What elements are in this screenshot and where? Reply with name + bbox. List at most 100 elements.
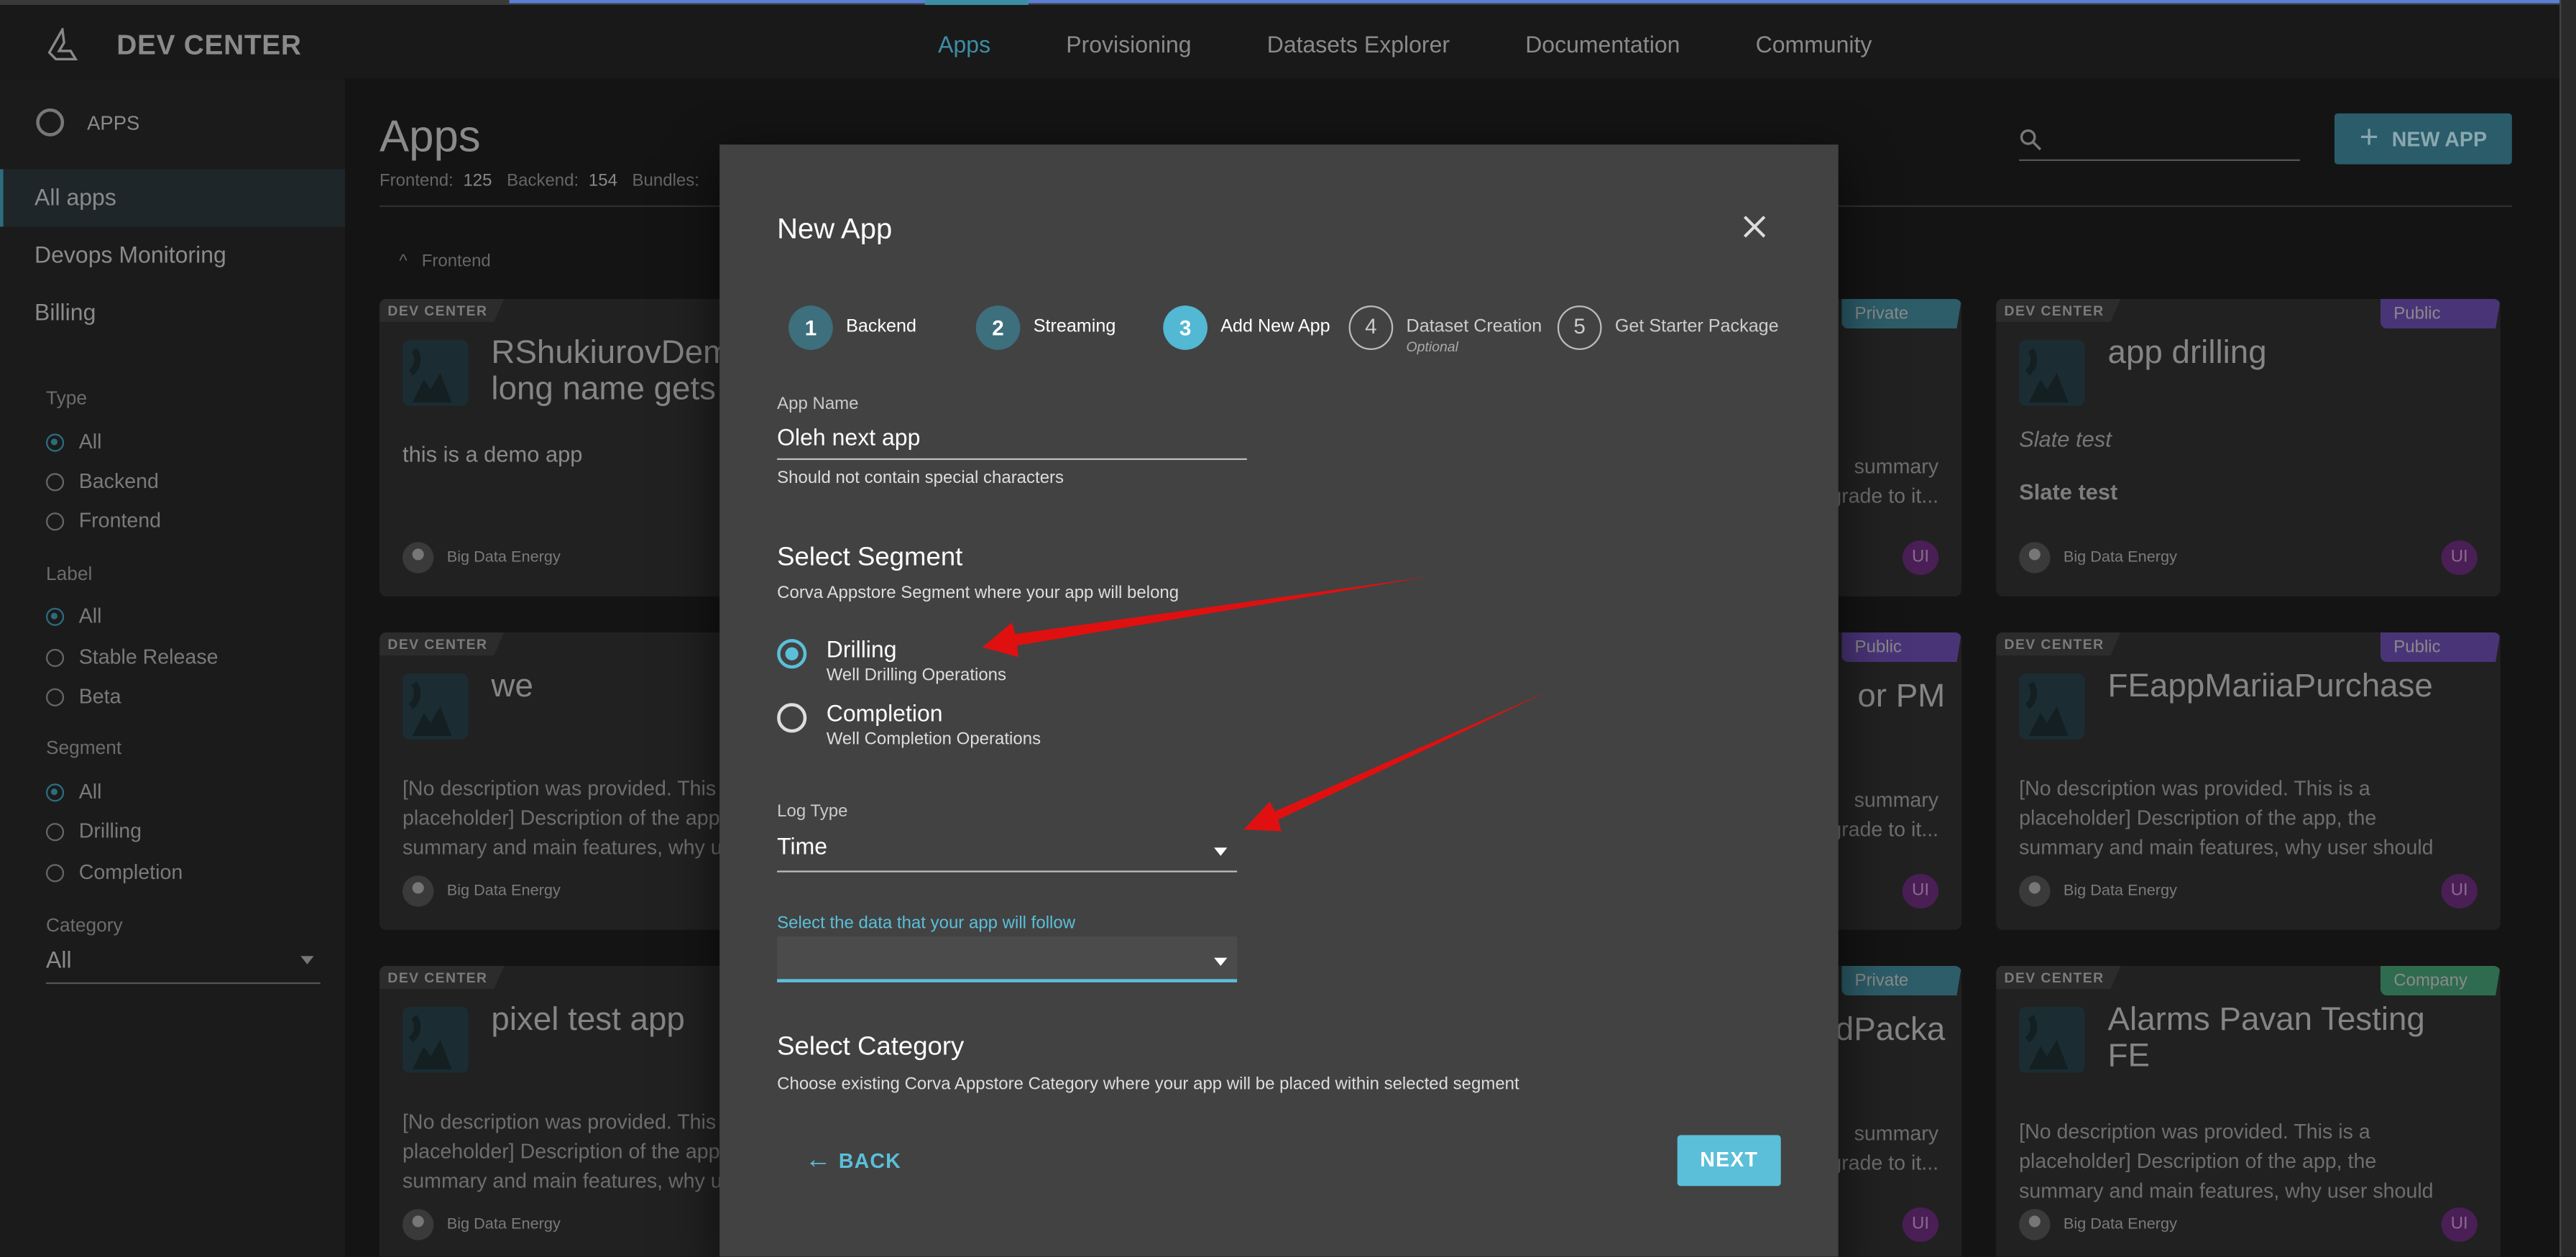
search-icon [2020,129,2042,151]
nav-provisioning[interactable]: Provisioning [1029,5,1229,84]
new-app-button[interactable]: + NEW APP [2334,113,2512,165]
top-bar: DEV CENTER Apps Provisioning Datasets Ex… [0,0,2560,79]
arrow-left-icon: ← [804,1146,832,1175]
type-all-radio[interactable]: All [45,430,101,453]
app-title[interactable]: Alarms Pavan Testing FE [2108,1002,2486,1074]
ui-badge: UI [1902,873,1939,908]
chevron-down-icon [1214,847,1228,862]
app-title[interactable]: or PM [1857,678,1945,717]
type-backend-radio[interactable]: Backend [45,470,159,493]
app-image-icon [402,1007,469,1073]
app-description: summary [1854,455,1939,479]
sidebar-item-billing[interactable]: Billing [0,284,345,341]
radio-selected-icon [777,639,807,669]
owner: Big Data Energy [402,875,561,907]
step-add-new-app: 3 Add New App [1163,305,1330,350]
step-backend: 1 Backend [788,305,916,350]
avatar-icon [2019,1209,2051,1240]
log-type-label: Log Type [777,801,848,821]
nav-datasets-explorer[interactable]: Datasets Explorer [1229,5,1487,84]
segment-drilling-radio[interactable]: Drilling [45,820,142,843]
select-segment-help: Corva Appstore Segment where your app wi… [777,583,1179,603]
radio-unselected-icon [777,703,807,733]
app-stats: Frontend: 125 Backend: 154 Bundles: [379,170,699,191]
new-app-dialog: New App 1 Backend 2 Streaming 3 Add New App… [719,144,1839,1257]
ui-badge: UI [2441,873,2478,908]
close-icon[interactable] [1742,213,1768,240]
section-frontend-toggle[interactable]: ^ Frontend [399,252,490,271]
label-stable-radio[interactable]: Stable Release [45,645,218,668]
owner: Big Data Energy [2019,542,2177,574]
visibility-badge: Company [2380,965,2501,996]
chevron-down-icon [1214,957,1228,973]
app-image-icon [2019,673,2085,740]
ui-badge: UI [2441,540,2478,575]
sidebar-item-devops-monitoring[interactable]: Devops Monitoring [0,226,345,284]
nav-apps[interactable]: Apps [901,0,1029,84]
search-input[interactable] [2019,121,2300,161]
app-card[interactable]: DEV CENTER Public app drilling Slate test Sl… [1996,298,2501,597]
owner: Big Data Energy [2019,1209,2177,1240]
step-streaming: 2 Streaming [975,305,1116,350]
app-name-underline [777,458,1247,460]
sidebar-item-all-apps[interactable]: All apps [0,169,345,227]
app-title[interactable]: app drilling [2108,335,2486,371]
dev-center-tag: DEV CENTER [379,298,505,322]
label-beta-radio[interactable]: Beta [45,685,121,708]
app-description: [No description was provided. This is a … [2019,1120,2434,1203]
data-follow-label: Select the data that your app will follo… [777,913,1076,934]
dev-center-tag: DEV CENTER [1996,632,2121,655]
main-nav: Apps Provisioning Datasets Explorer Docu… [901,0,1910,84]
app-summary: Slate test [2019,479,2118,505]
ui-badge: UI [1902,540,1939,575]
type-frontend-radio[interactable]: Frontend [45,510,161,533]
app-card[interactable]: DEV CENTER Public FEappMariiaPurchase [No d… [1996,632,2501,930]
sidebar-section-label: APPS [87,111,140,134]
visibility-badge: Public [1841,632,1962,663]
avatar-icon [2019,875,2051,907]
step-get-starter-package: 5 Get Starter Package [1557,305,1779,350]
app-name-input[interactable]: Oleh next app [777,424,1245,460]
app-title[interactable]: dPacka [1836,1012,1945,1050]
plus-icon: + [2359,119,2379,157]
dev-center-tag: DEV CENTER [379,965,505,989]
segment-drilling-option[interactable]: Drilling Well Drilling Operations [777,636,1006,685]
next-button[interactable]: NEXT [1677,1135,1781,1187]
select-segment-title: Select Segment [777,543,963,572]
segment-completion-option[interactable]: Completion Well Completion Operations [777,700,1041,749]
app-description: summary [1854,788,1939,812]
ui-badge: UI [2441,1207,2478,1242]
data-follow-select[interactable] [777,936,1238,982]
category-filter-label: Category [45,916,123,936]
dev-center-tag: DEV CENTER [379,632,505,655]
nav-documentation[interactable]: Documentation [1488,5,1718,84]
dev-center-tag: DEV CENTER [1996,298,2121,322]
log-type-select[interactable]: Time [777,827,1238,872]
label-all-radio[interactable]: All [45,604,101,627]
owner: Big Data Energy [402,542,561,574]
app-description: grade to it... [1830,818,1939,842]
app-description: grade to it... [1830,1151,1939,1175]
app-description: grade to it... [1830,484,1939,508]
owner: Big Data Energy [2019,875,2177,907]
app-title[interactable]: FEappMariiaPurchase [2108,668,2486,704]
avatar-icon [402,542,434,574]
avatar-icon [402,1209,434,1240]
scrollbar[interactable] [2559,0,2576,1257]
sidebar-section: APPS [36,108,140,137]
segment-filter-label: Segment [45,739,122,759]
avatar-icon [2019,542,2051,574]
step-dataset-creation: 4 Dataset Creation Optional [1348,305,1542,355]
app-image-icon [2019,1007,2085,1073]
nav-community[interactable]: Community [1718,5,1910,84]
category-select[interactable]: All [45,947,321,985]
label-filter-label: Label [45,565,93,585]
back-button[interactable]: ← BACK [805,1146,901,1176]
app-card[interactable]: DEV CENTER Company Alarms Pavan Testing FE… [1996,965,2501,1257]
sidebar: APPS All apps Devops Monitoring Billing … [0,78,345,1257]
loading-bar [509,0,2560,4]
segment-all-radio[interactable]: All [45,781,101,804]
apps-icon [36,108,65,137]
select-category-help: Choose existing Corva Appstore Category … [777,1074,1519,1095]
segment-completion-radio[interactable]: Completion [45,861,183,884]
